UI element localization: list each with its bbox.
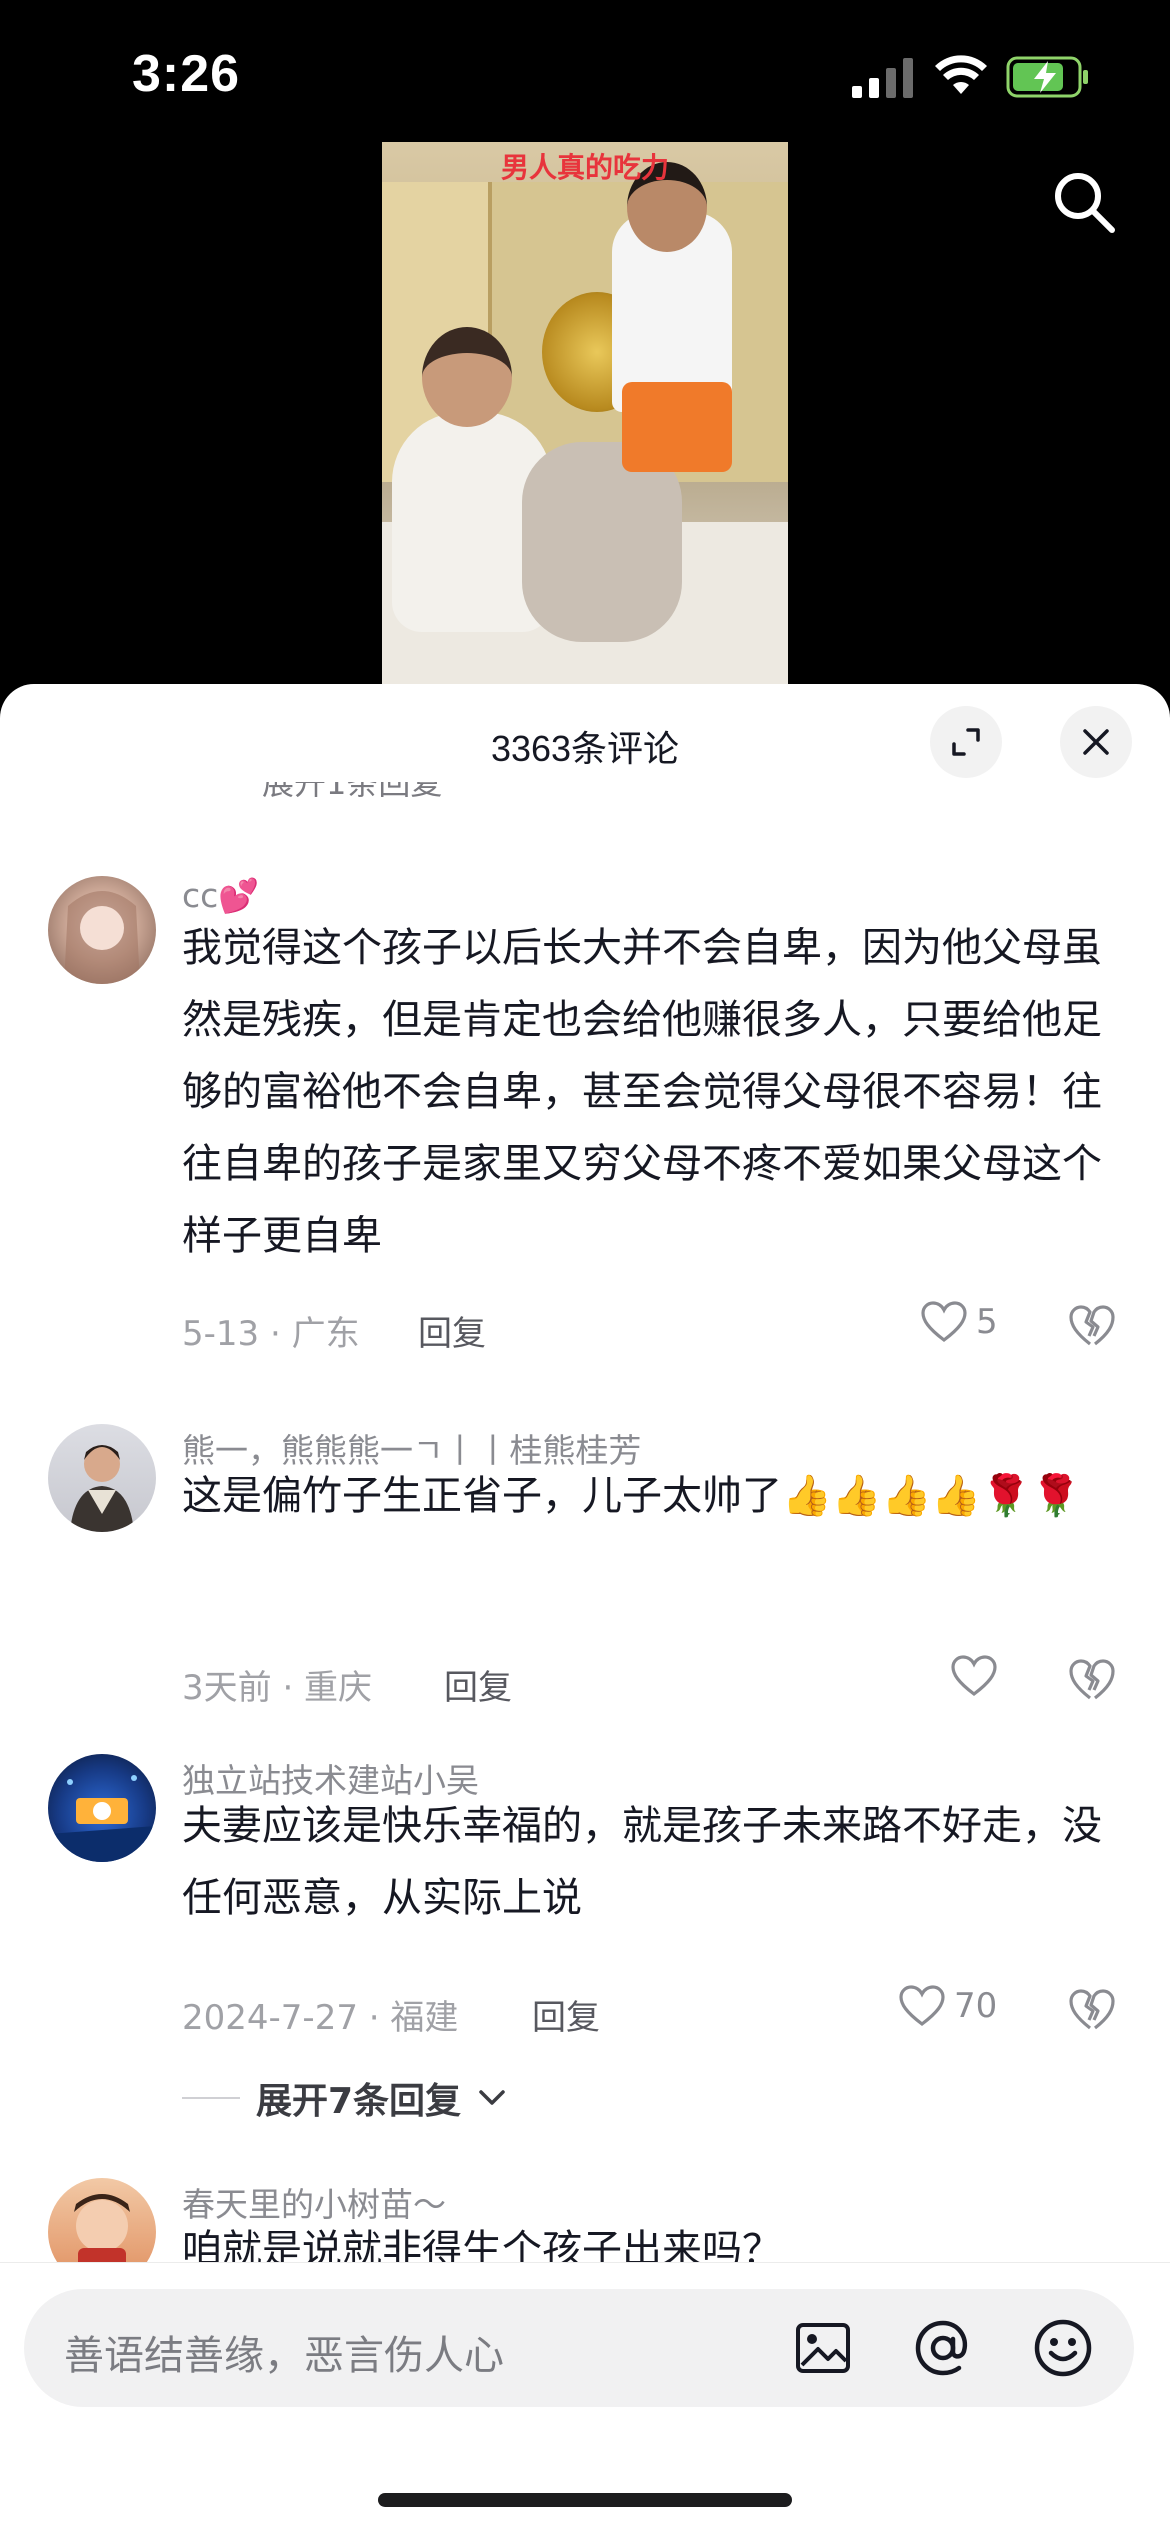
dislike-broken-heart-icon[interactable] [1068,1986,1116,2034]
image-icon[interactable] [790,2315,856,2381]
dislike-broken-heart-icon[interactable] [1068,1302,1116,1350]
avatar[interactable] [48,1754,156,1862]
status-bar: 3:26 [0,0,1170,150]
dislike-broken-heart-icon[interactable] [1068,1656,1116,1704]
expand-icon [952,728,980,756]
battery-charging-icon [1006,56,1088,98]
expand-sheet-button[interactable] [930,706,1002,778]
comment-author[interactable]: cc💕 [182,876,259,916]
avatar[interactable] [48,1424,156,1532]
reply-button[interactable]: 回复 [444,1660,512,1709]
mention-icon[interactable] [910,2315,976,2381]
status-time: 3:26 [132,45,241,103]
search-icon[interactable] [1048,166,1120,238]
heart-icon [899,1985,945,2027]
close-icon [1083,729,1109,755]
like-count: 5 [976,1302,998,1342]
like-button[interactable]: 5 [920,1300,998,1344]
heart-icon [921,1301,967,1343]
cellular-signal-icon [852,58,913,98]
comment-meta: 5-13 · 广东 [182,1314,360,1354]
avatar[interactable] [48,876,156,984]
heart-icon [951,1655,997,1697]
comment-input-placeholder: 善语结善缘，恶言伤人心 [64,2333,504,2379]
comment-meta: 3天前 · 重庆 [182,1668,373,1708]
comment-text: 这是偏竹子生正省子，儿子太帅了👍👍👍👍🌹🌹 [182,1473,1081,1519]
wifi-icon [935,55,987,94]
home-indicator[interactable] [378,2493,792,2507]
chevron-down-icon [479,2090,505,2105]
like-button[interactable]: 70 [898,1984,997,2028]
emoji-icon[interactable] [1030,2315,1096,2381]
video-caption: 男人真的吃力 [500,151,669,184]
comment-input[interactable]: 善语结善缘，恶言伤人心 [24,2289,1134,2407]
close-sheet-button[interactable] [1060,706,1132,778]
like-button[interactable] [950,1654,1006,1698]
comment-text: 夫妻应该是快乐幸福的，就是孩子未来路不好走，没任何恶意，从实际上说 [182,1803,1102,1921]
like-count: 70 [954,1986,998,2026]
clipped-expand-replies[interactable]: 展开1条回复 [262,782,442,808]
comment-text: 我觉得这个孩子以后长大并不会自卑，因为他父母虽然是残疾，但是肯定也会给他赚很多人… [182,925,1102,1259]
comment-input-bar: 善语结善缘，恶言伤人心 [0,2262,1170,2532]
expand-replies-button[interactable]: 展开7条回复 [182,2072,507,2124]
comment-sheet: 3363条评论 展开1条回复 cc💕 我觉得这个孩子以后长大并不会自卑，因为他父… [0,684,1170,2532]
video-player[interactable]: 男人真的吃力 [382,142,788,686]
reply-button[interactable]: 回复 [418,1306,486,1355]
reply-button[interactable]: 回复 [532,1990,600,2039]
comment-meta: 2024-7-27 · 福建 [182,1998,459,2038]
